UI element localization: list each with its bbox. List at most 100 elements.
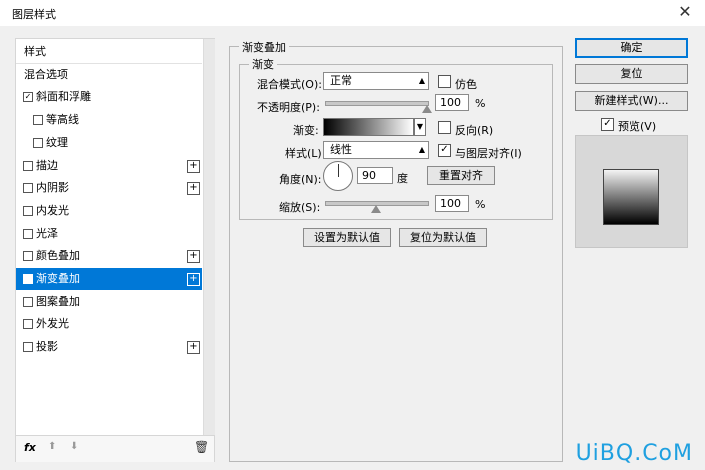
style-list-item[interactable]: ✓ 斜面和浮雕 — [16, 86, 202, 108]
scale-input[interactable]: 100 — [435, 195, 469, 212]
chevron-down-icon: ▲ — [418, 76, 425, 85]
gradient-label: 渐变: — [293, 124, 319, 137]
style-label: 纹理 — [46, 136, 68, 149]
style-checkbox[interactable]: ✓ — [23, 92, 33, 102]
gradient-group-title: 渐变 — [249, 56, 277, 72]
style-list-item[interactable]: 纹理 — [16, 132, 202, 154]
reverse-label: 反向(R) — [455, 124, 494, 137]
dialog-body: 样式 混合选项 ✓ 斜面和浮雕 等高线 纹理 描边 + 内阴影 + 内发光 光泽 颜色叠加 + ✓ 渐变叠加 +… — [0, 26, 705, 470]
opacity-unit: % — [475, 97, 486, 110]
new-style-button[interactable]: 新建样式(W)... — [575, 91, 688, 111]
section-title: 渐变叠加 — [239, 39, 289, 55]
scale-unit: % — [475, 198, 486, 211]
style-label: 内阴影 — [36, 181, 69, 194]
style-checkbox[interactable] — [33, 138, 43, 148]
style-list-item[interactable]: 内阴影 + — [16, 177, 202, 199]
move-up-icon[interactable]: ⬆ — [48, 441, 56, 452]
gradient-dropdown-icon[interactable]: ▼ — [414, 118, 426, 136]
reset-align-button[interactable]: 重置对齐 — [427, 166, 495, 185]
style-list-item[interactable]: 样式 — [16, 41, 202, 64]
style-label: 图案叠加 — [36, 295, 80, 308]
style-list-item[interactable]: 光泽 — [16, 223, 202, 245]
style-label: 渐变叠加 — [36, 272, 80, 285]
style-list-item[interactable]: 等高线 — [16, 109, 202, 131]
style-label: 投影 — [36, 340, 58, 353]
style-checkbox[interactable] — [23, 206, 33, 216]
blend-mode-value: 正常 — [330, 74, 352, 87]
style-checkbox[interactable] — [33, 115, 43, 125]
gradient-swatch[interactable] — [323, 118, 414, 136]
add-icon[interactable]: + — [187, 182, 200, 195]
style-label: 等高线 — [46, 113, 79, 126]
add-icon[interactable]: + — [187, 273, 200, 286]
angle-label: 角度(N): — [279, 173, 322, 186]
style-checkbox[interactable] — [23, 229, 33, 239]
style-select[interactable]: 线性 ▲ — [323, 141, 429, 159]
right-panel: 确定 复位 新建样式(W)... ✓ 预览(V) — [575, 38, 691, 462]
reset-default-button[interactable]: 复位为默认值 — [399, 228, 487, 247]
opacity-slider[interactable] — [325, 101, 429, 106]
align-with-layer-checkbox[interactable]: ✓ — [438, 144, 451, 157]
scale-slider-thumb[interactable] — [371, 205, 381, 213]
trash-icon[interactable]: 🗑 — [194, 440, 209, 454]
style-list-item[interactable]: 投影 + — [16, 336, 202, 358]
style-label: 外发光 — [36, 317, 69, 330]
set-default-button[interactable]: 设置为默认值 — [303, 228, 391, 247]
opacity-slider-thumb[interactable] — [422, 105, 432, 113]
style-label: 内发光 — [36, 204, 69, 217]
blend-mode-label: 混合模式(O): — [257, 78, 322, 91]
style-value: 线性 — [330, 143, 352, 156]
ok-button[interactable]: 确定 — [575, 38, 688, 58]
layer-style-dialog: 图层样式 ✕ 样式混合选项 ✓ 斜面和浮雕等高线纹理描边 + 内阴影 + 内发光光泽颜色叠加… — [0, 0, 705, 470]
angle-input[interactable]: 90 — [357, 167, 393, 184]
preview-box — [575, 135, 688, 248]
styles-toolbar: fx ⬆ ⬇ 🗑 — [16, 435, 214, 462]
style-checkbox[interactable] — [23, 251, 33, 261]
opacity-label: 不透明度(P): — [257, 101, 320, 114]
style-checkbox[interactable] — [23, 319, 33, 329]
fx-icon[interactable]: fx — [24, 441, 36, 454]
opacity-input[interactable]: 100 — [435, 94, 469, 111]
preview-checkbox[interactable]: ✓ — [601, 118, 614, 131]
style-label: 描边 — [36, 159, 58, 172]
style-checkbox[interactable] — [23, 297, 33, 307]
angle-unit: 度 — [397, 172, 408, 185]
style-list-item[interactable]: ✓ 渐变叠加 + — [16, 268, 202, 290]
style-list-item[interactable]: 外发光 — [16, 313, 202, 335]
style-label: 样式(L): — [285, 147, 326, 160]
dither-checkbox[interactable] — [438, 75, 451, 88]
reset-button[interactable]: 复位 — [575, 64, 688, 84]
add-icon[interactable]: + — [187, 250, 200, 263]
style-checkbox[interactable]: ✓ — [23, 274, 33, 284]
dialog-title: 图层样式 — [12, 8, 56, 21]
add-icon[interactable]: + — [187, 160, 200, 173]
move-down-icon[interactable]: ⬇ — [70, 441, 78, 452]
style-list-item[interactable]: 混合选项 — [16, 64, 202, 86]
reverse-checkbox[interactable] — [438, 121, 451, 134]
add-icon[interactable]: + — [187, 341, 200, 354]
style-label: 光泽 — [36, 227, 58, 240]
style-checkbox[interactable] — [23, 161, 33, 171]
align-with-layer-label: 与图层对齐(I) — [455, 147, 522, 160]
blend-mode-select[interactable]: 正常 ▲ — [323, 72, 429, 90]
style-checkbox[interactable] — [23, 342, 33, 352]
styles-scrollbar[interactable] — [203, 39, 215, 435]
style-list-item[interactable]: 颜色叠加 + — [16, 245, 202, 267]
dither-label: 仿色 — [455, 78, 477, 91]
preview-label: 预览(V) — [618, 120, 657, 133]
preview-swatch — [604, 170, 658, 224]
style-label: 混合选项 — [24, 68, 68, 81]
angle-dial-hand — [338, 164, 339, 177]
chevron-down-icon: ▲ — [418, 145, 425, 154]
styles-panel: 样式 混合选项 ✓ 斜面和浮雕 等高线 纹理 描边 + 内阴影 + 内发光 光泽 颜色叠加 + ✓ 渐变叠加 +… — [15, 38, 215, 462]
style-list-item[interactable]: 描边 + — [16, 155, 202, 177]
close-icon[interactable]: ✕ — [675, 2, 695, 21]
watermark: UiBQ.CoM — [575, 441, 693, 466]
style-list-item[interactable]: 内发光 — [16, 200, 202, 222]
style-checkbox[interactable] — [23, 183, 33, 193]
style-list-item[interactable]: 图案叠加 — [16, 291, 202, 313]
style-label: 样式 — [24, 45, 46, 58]
title-bar: 图层样式 ✕ — [0, 0, 705, 26]
angle-dial[interactable] — [323, 161, 353, 191]
gradient-overlay-panel: 渐变叠加 渐变 混合模式(O): 正常 ▲ 仿色 不透明度(P): 100 % … — [229, 38, 563, 462]
